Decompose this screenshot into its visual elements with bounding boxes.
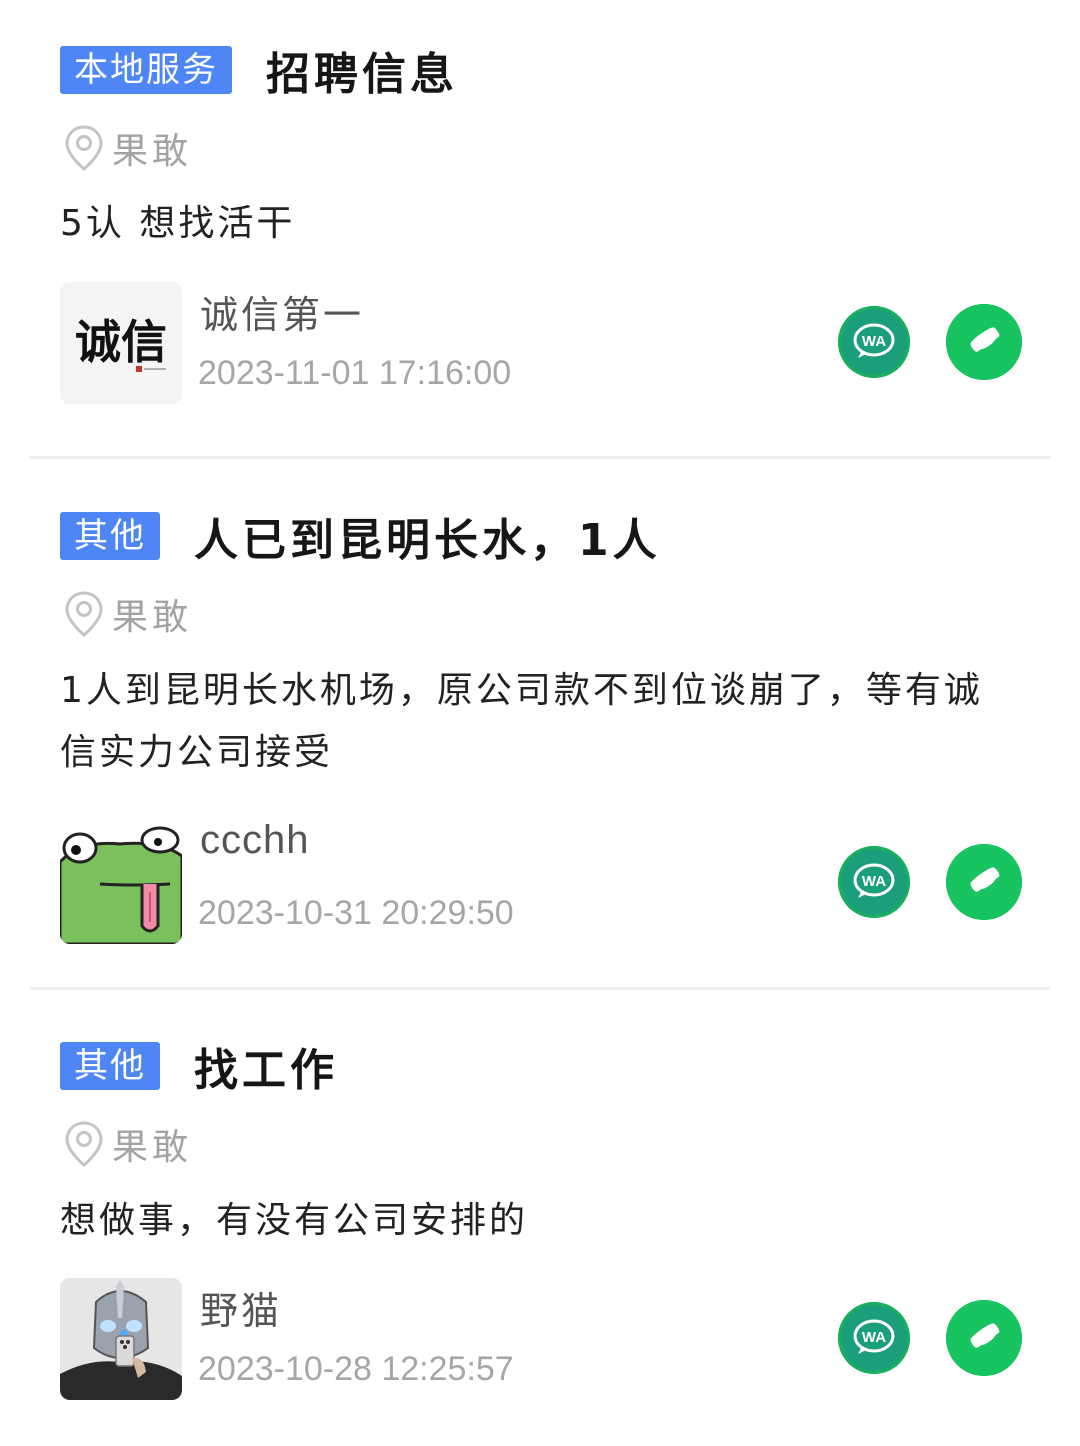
location-row: 果敢 — [64, 1118, 192, 1170]
listing-title[interactable]: 招聘信息 — [266, 38, 458, 102]
location-text: 果敢 — [112, 131, 193, 172]
listing-content: 1人到昆明长水机场，原公司款不到位谈崩了，等有诚信实力公司接受 — [60, 670, 983, 773]
category-tag: 其他 — [60, 512, 160, 560]
phone-icon — [946, 1300, 1022, 1376]
avatar-calligraphy-text: 诚信 — [75, 315, 167, 369]
whatsapp-button[interactable]: WA — [838, 1302, 910, 1374]
call-button[interactable] — [946, 1300, 1022, 1376]
poster-row: 诚信 诚信第一 2023-11-01 17:16:00 WA — [60, 282, 1022, 406]
location-row: 果敢 — [64, 122, 192, 174]
listing-header: 其他 找工作 — [60, 1034, 338, 1098]
call-button[interactable] — [946, 844, 1022, 920]
listing-header: 其他 人已到昆明长水，1人 — [60, 504, 661, 568]
poster-name[interactable]: 野猫 — [200, 1280, 282, 1335]
location-row: 果敢 — [64, 588, 192, 640]
poster-row: ccchh 2023-10-31 20:29:50 WA — [60, 818, 1022, 946]
phone-icon — [946, 304, 1022, 380]
location-text: 果敢 — [112, 597, 193, 638]
frog-avatar[interactable] — [60, 822, 182, 944]
location-pin-icon — [64, 1120, 104, 1168]
post-timestamp: 2023-10-31 20:29:50 — [198, 894, 514, 932]
divider — [30, 456, 1050, 459]
post-timestamp: 2023-11-01 17:16:00 — [198, 354, 512, 392]
poster-name[interactable]: 诚信第一 — [200, 284, 364, 339]
whatsapp-icon: WA — [838, 1302, 910, 1374]
poster-row: 野猫 2023-10-28 12:25:57 WA — [60, 1278, 1022, 1402]
photo-avatar[interactable] — [60, 1278, 182, 1400]
call-button[interactable] — [946, 304, 1022, 380]
listing-card[interactable]: 其他 找工作 果敢 想做事，有没有公司安排的 野猫 2023-10-28 12:… — [0, 990, 1080, 1446]
category-tag: 其他 — [60, 1042, 160, 1090]
location-text: 果敢 — [112, 1127, 193, 1168]
whatsapp-icon: WA — [838, 846, 910, 918]
location-pin-icon — [64, 124, 104, 172]
listing-card[interactable]: 本地服务 招聘信息 果敢 5认 想找活干 诚信 诚信第一 2023-11-01 … — [0, 0, 1080, 459]
listing-header: 本地服务 招聘信息 — [60, 38, 458, 102]
listing-content: 5认 想找活干 — [60, 203, 296, 244]
poster-name[interactable]: ccchh — [200, 818, 310, 863]
listing-card[interactable]: 其他 人已到昆明长水，1人 果敢 1人到昆明长水机场，原公司款不到位谈崩了，等有… — [0, 460, 1080, 990]
svg-text:WA: WA — [862, 873, 886, 890]
listing-content: 想做事，有没有公司安排的 — [60, 1200, 529, 1241]
whatsapp-icon: WA — [838, 306, 910, 378]
calligraphy-avatar[interactable]: 诚信 — [60, 282, 182, 404]
phone-icon — [946, 844, 1022, 920]
location-pin-icon — [64, 590, 104, 638]
category-tag: 本地服务 — [60, 46, 232, 94]
svg-text:WA: WA — [862, 333, 886, 350]
listing-title[interactable]: 人已到昆明长水，1人 — [194, 504, 661, 568]
listing-title[interactable]: 找工作 — [194, 1034, 338, 1098]
svg-text:WA: WA — [862, 1329, 886, 1346]
whatsapp-button[interactable]: WA — [838, 306, 910, 378]
post-timestamp: 2023-10-28 12:25:57 — [198, 1350, 514, 1388]
whatsapp-button[interactable]: WA — [838, 846, 910, 918]
